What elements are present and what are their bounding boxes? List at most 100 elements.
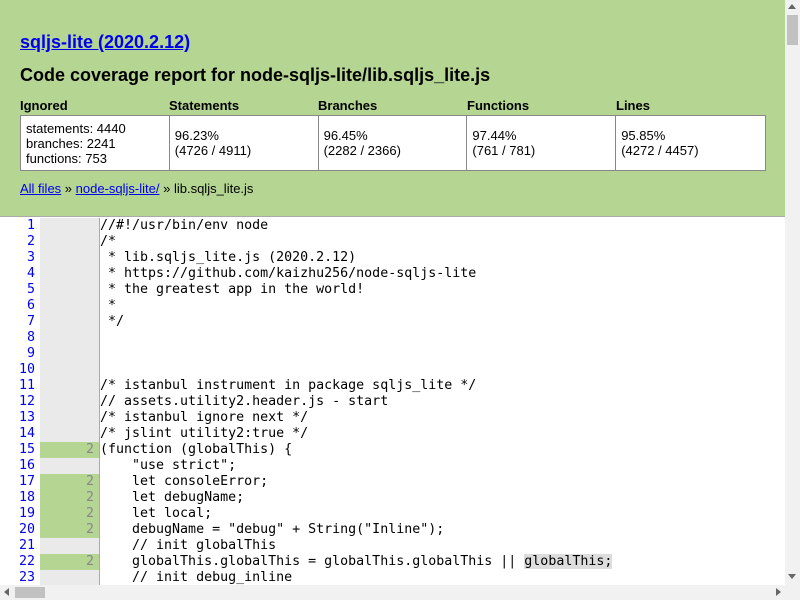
source-text: // init debug_inline bbox=[100, 570, 292, 585]
source-text: let consoleError; bbox=[100, 474, 268, 490]
summary-head-ignored: Ignored bbox=[20, 98, 68, 113]
code-line: 21 // init globalThis bbox=[0, 538, 785, 554]
code-line: 9 bbox=[0, 346, 785, 362]
ignored-statements: statements: 4440 bbox=[26, 120, 126, 136]
summary-head-branches: Branches bbox=[318, 98, 378, 113]
code-line: 4 * https://github.com/kaizhu256/node-sq… bbox=[0, 266, 785, 282]
source-code: "use strict"; bbox=[100, 458, 237, 473]
horizontal-scroll-thumb[interactable] bbox=[15, 587, 45, 598]
hit-count: 2 bbox=[40, 474, 100, 490]
code-line: 11 /* istanbul instrument in package sqlj… bbox=[0, 378, 785, 394]
source-text: (function (globalThis) { bbox=[100, 442, 292, 458]
source-text: * bbox=[100, 298, 116, 314]
breadcrumb-separator: » bbox=[159, 181, 174, 196]
source-text: let debugName; bbox=[100, 490, 244, 506]
source-code: // init globalThis bbox=[100, 538, 277, 553]
source-code: */ bbox=[100, 314, 125, 329]
source-code: /* bbox=[100, 234, 117, 249]
scroll-left-arrow-icon[interactable] bbox=[4, 588, 9, 596]
source-text: * https://github.com/kaizhu256/node-sqlj… bbox=[100, 266, 476, 282]
source-text: /* istanbul ignore next */ bbox=[100, 410, 308, 426]
horizontal-scrollbar[interactable] bbox=[0, 585, 785, 600]
line-number-link[interactable]: 14 bbox=[0, 426, 40, 442]
source-text: debugName = "debug" + String("Inline"); bbox=[100, 522, 444, 538]
code-line: 14 /* jslint utility2:true */ bbox=[0, 426, 785, 442]
line-number-link[interactable]: 16 bbox=[0, 458, 40, 474]
code-line: 1 //#!/usr/bin/env node bbox=[0, 218, 785, 234]
hit-count bbox=[40, 250, 100, 266]
vertical-scrollbar[interactable] bbox=[785, 0, 800, 585]
line-number-link[interactable]: 7 bbox=[0, 314, 40, 330]
source-text: /* bbox=[100, 234, 116, 250]
project-title-link[interactable]: sqljs-lite (2020.2.12) bbox=[20, 32, 190, 53]
breadcrumb-current-file: lib.sqljs_lite.js bbox=[173, 181, 254, 196]
line-number-link[interactable]: 12 bbox=[0, 394, 40, 410]
code-line: 22 2 globalThis.globalThis = globalThis.g… bbox=[0, 554, 785, 570]
code-line: 2 /* bbox=[0, 234, 785, 250]
line-number-link[interactable]: 11 bbox=[0, 378, 40, 394]
vertical-scroll-thumb[interactable] bbox=[787, 15, 798, 45]
line-number-link[interactable]: 1 bbox=[0, 218, 40, 234]
functions-ratio: (761 / 781) bbox=[472, 143, 536, 158]
hit-count bbox=[40, 346, 100, 362]
line-number-link[interactable]: 18 bbox=[0, 490, 40, 506]
code-line: 20 2 debugName = "debug" + String("Inline… bbox=[0, 522, 785, 538]
hit-count bbox=[40, 298, 100, 314]
source-text: */ bbox=[100, 314, 124, 330]
line-number-link[interactable]: 15 bbox=[0, 442, 40, 458]
line-number-link[interactable]: 6 bbox=[0, 298, 40, 314]
source-text: //#!/usr/bin/env node bbox=[100, 218, 268, 234]
line-number-link[interactable]: 19 bbox=[0, 506, 40, 522]
statements-ratio: (4726 / 4911) bbox=[174, 143, 252, 158]
code-line: 10 bbox=[0, 362, 785, 378]
hit-count bbox=[40, 266, 100, 282]
line-number-link[interactable]: 17 bbox=[0, 474, 40, 490]
line-number-link[interactable]: 22 bbox=[0, 554, 40, 570]
line-number-link[interactable]: 8 bbox=[0, 330, 40, 346]
functions-pct: 97.44% bbox=[472, 128, 517, 143]
source-text: * lib.sqljs_lite.js (2020.2.12) bbox=[100, 250, 356, 266]
scroll-down-arrow-icon[interactable] bbox=[788, 574, 796, 579]
hit-count bbox=[40, 314, 100, 330]
source-code: /* jslint utility2:true */ bbox=[100, 426, 309, 441]
source-code: /* istanbul ignore next */ bbox=[100, 410, 309, 425]
source-code: debugName = "debug" + String("Inline"); bbox=[100, 522, 445, 537]
source-code: globalThis.globalThis = globalThis.globa… bbox=[100, 554, 525, 569]
line-number-link[interactable]: 20 bbox=[0, 522, 40, 538]
lines-pct: 95.85% bbox=[621, 128, 666, 143]
hit-count bbox=[40, 394, 100, 410]
breadcrumb-all-files-link[interactable]: All files bbox=[20, 181, 61, 196]
line-number-link[interactable]: 3 bbox=[0, 250, 40, 266]
summary-ignored-cell: statements: 4440 branches: 2241 function… bbox=[21, 116, 170, 170]
scroll-up-arrow-icon[interactable] bbox=[788, 4, 796, 9]
hit-count: 2 bbox=[40, 490, 100, 506]
summary-lines-cell: 95.85% (4272 / 4457) bbox=[616, 116, 765, 170]
source-text: // assets.utility2.header.js - start bbox=[100, 394, 388, 410]
line-number-link[interactable]: 10 bbox=[0, 362, 40, 378]
line-number-link[interactable]: 5 bbox=[0, 282, 40, 298]
summary-branches-cell: 96.45% (2282 / 2366) bbox=[319, 116, 468, 170]
summary-functions-cell: 97.44% (761 / 781) bbox=[467, 116, 617, 170]
source-text: globalThis.globalThis = globalThis.globa… bbox=[100, 554, 613, 570]
hit-count bbox=[40, 218, 100, 234]
scroll-right-arrow-icon[interactable] bbox=[776, 588, 781, 596]
line-number-link[interactable]: 4 bbox=[0, 266, 40, 282]
source-code: //#!/usr/bin/env node bbox=[100, 218, 269, 233]
summary-values-box: statements: 4440 branches: 2241 function… bbox=[20, 115, 766, 171]
line-number-link[interactable]: 2 bbox=[0, 234, 40, 250]
report-header: sqljs-lite (2020.2.12) Code coverage rep… bbox=[0, 0, 785, 217]
breadcrumb-separator: » bbox=[61, 181, 76, 196]
line-number-link[interactable]: 23 bbox=[0, 570, 40, 585]
line-number-link[interactable]: 21 bbox=[0, 538, 40, 554]
hit-count: 2 bbox=[40, 522, 100, 538]
source-code: let local; bbox=[100, 506, 213, 521]
code-line: 12 // assets.utility2.header.js - start bbox=[0, 394, 785, 410]
source-text: * the greatest app in the world! bbox=[100, 282, 364, 298]
source-code: * the greatest app in the world! bbox=[100, 282, 365, 297]
line-number-link[interactable]: 13 bbox=[0, 410, 40, 426]
breadcrumb-folder-link[interactable]: node-sqljs-lite/ bbox=[76, 181, 160, 196]
hit-count bbox=[40, 570, 100, 585]
code-line: 7 */ bbox=[0, 314, 785, 330]
ignored-branches: branches: 2241 bbox=[26, 135, 116, 151]
line-number-link[interactable]: 9 bbox=[0, 346, 40, 362]
